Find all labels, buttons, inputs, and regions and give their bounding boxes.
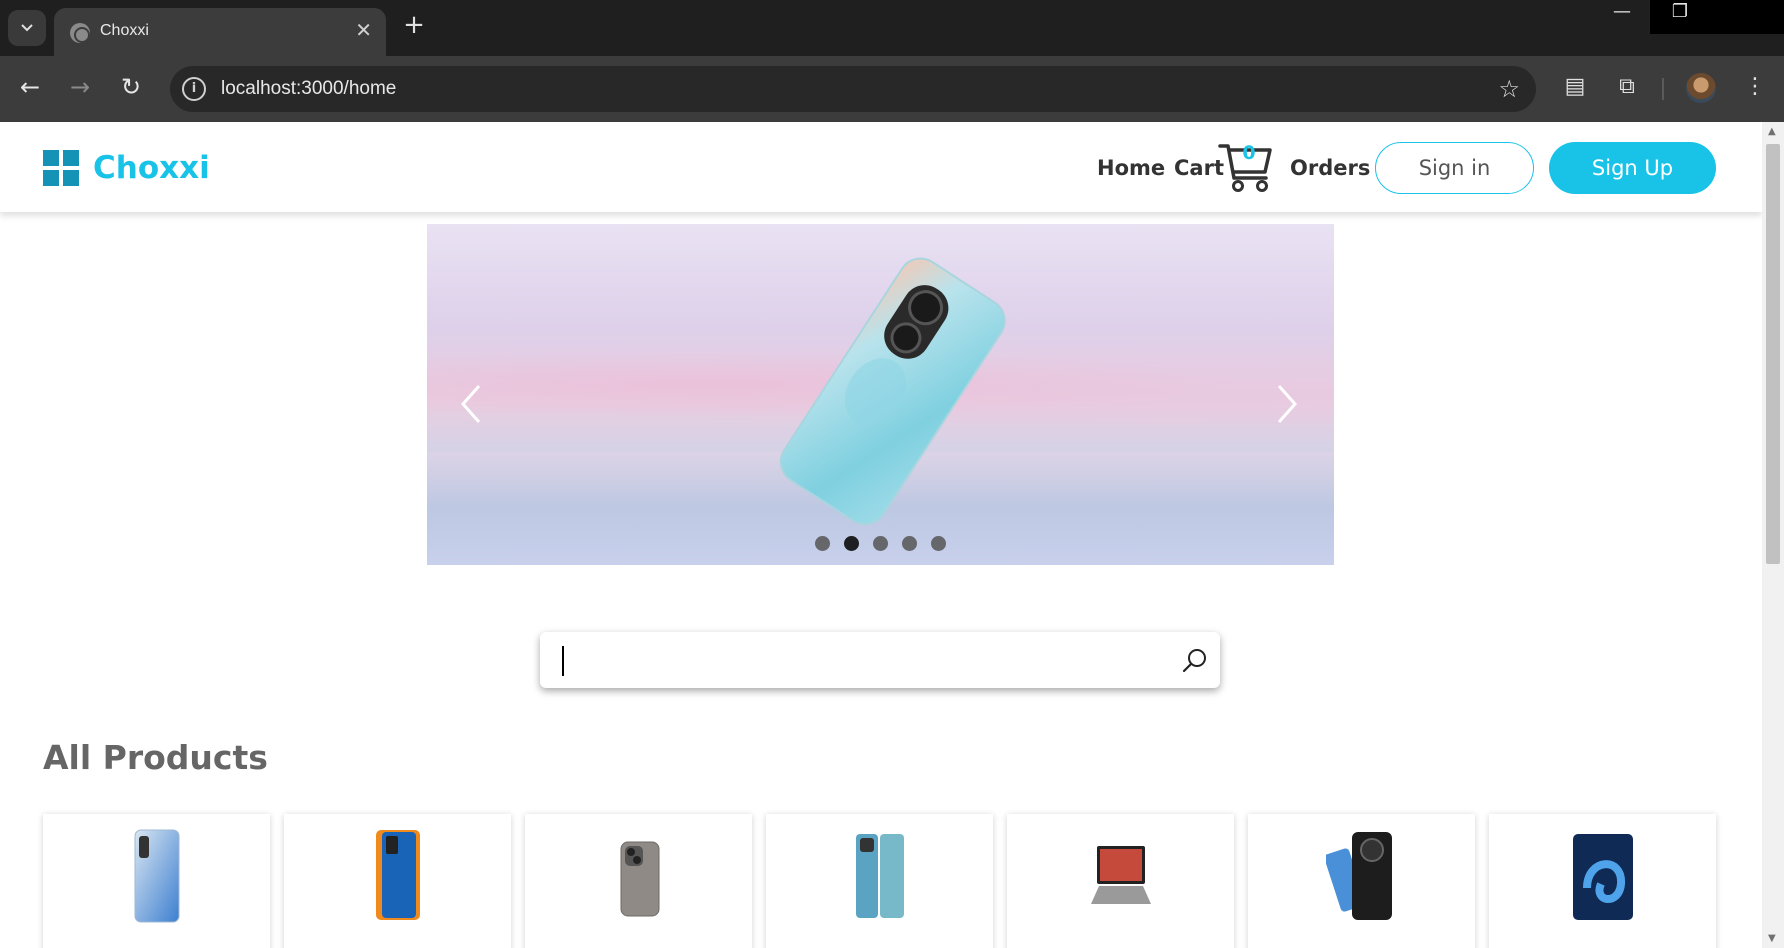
kebab-menu-icon[interactable]: ⋮ [1744,72,1766,104]
page-viewport: Choxxi Home Cart 0 Orders Sign in Sign U… [0,122,1762,948]
scroll-thumb[interactable] [1766,144,1780,564]
cart-count-badge: 0 [1242,142,1256,164]
window-close-button[interactable] [1710,0,1784,34]
sign-in-button[interactable]: Sign in [1375,142,1534,194]
profile-avatar[interactable] [1686,73,1716,103]
phone-teal-icon [856,834,904,918]
brand-name: Choxxi [93,150,210,186]
url-text[interactable]: localhost:3000/home [221,78,396,100]
product-card[interactable] [43,814,270,948]
tablet-blue-icon [1573,834,1633,920]
scroll-down-icon[interactable]: ▼ [1768,933,1776,944]
minimize-icon[interactable]: — [1592,0,1652,34]
restore-icon[interactable]: ❐ [1650,0,1710,34]
puzzle-icon[interactable]: ⧉ [1612,74,1642,104]
globe-icon [70,23,90,43]
phone-titanium-icon [620,841,660,917]
product-card[interactable] [1007,814,1234,948]
forward-arrow-icon[interactable]: → [64,72,96,104]
reload-icon[interactable]: ↻ [115,72,147,104]
tab-search-button[interactable] [8,10,46,46]
extension-sheet-icon[interactable]: ▤ [1560,74,1590,104]
brand-logo[interactable]: Choxxi [43,150,210,186]
carousel-dot-4[interactable] [902,536,917,551]
product-card[interactable] [284,814,511,948]
tab-title: Choxxi [100,22,149,39]
carousel-phone-image [779,257,1006,526]
section-title: All Products [43,738,268,777]
product-card[interactable] [1248,814,1475,948]
info-icon[interactable]: i [182,77,206,101]
hero-carousel[interactable] [427,224,1334,565]
text-caret [562,646,564,676]
browser-tab[interactable]: Choxxi ✕ [54,8,386,56]
close-icon[interactable]: ✕ [355,18,372,42]
new-tab-button[interactable]: + [400,10,428,42]
star-icon[interactable]: ☆ [1498,75,1520,103]
product-card[interactable] [525,814,752,948]
search-bar [540,632,1220,688]
browser-toolbar: ← → ↻ i localhost:3000/home ☆ ▤ ⧉ ⋮ [0,56,1784,122]
sign-up-button[interactable]: Sign Up [1549,142,1716,194]
carousel-next-icon[interactable] [1275,384,1299,424]
site-header: Choxxi Home Cart 0 Orders Sign in Sign U… [0,122,1762,212]
back-arrow-icon[interactable]: ← [14,72,46,104]
search-input[interactable] [560,642,1140,678]
carousel-indicators [815,536,960,551]
product-card[interactable] [1489,814,1716,948]
laptop-icon [1091,846,1151,904]
phone-blue-gradient-icon [134,829,180,923]
carousel-dot-1[interactable] [815,536,830,551]
product-grid [43,814,1730,948]
chevron-down-icon [21,24,33,32]
toolbar-divider [1662,78,1664,100]
carousel-dot-5[interactable] [931,536,946,551]
search-icon[interactable] [1182,648,1208,674]
carousel-dot-3[interactable] [873,536,888,551]
phone-black-round-camera-icon [1326,832,1392,920]
page-scrollbar[interactable]: ▲ ▼ [1762,122,1784,948]
address-bar[interactable]: i localhost:3000/home ☆ [170,66,1536,112]
nav-home-link[interactable]: Home [1097,156,1165,180]
nav-orders-link[interactable]: Orders [1290,156,1370,180]
nav-cart-link[interactable]: Cart [1174,156,1224,180]
browser-titlebar: Choxxi ✕ + — ❐ [0,0,1784,56]
carousel-dot-2[interactable] [844,536,859,551]
product-card[interactable] [766,814,993,948]
scroll-up-icon[interactable]: ▲ [1768,126,1776,137]
phone-orange-blue-icon [376,830,420,920]
grid-logo-icon [43,150,79,186]
carousel-prev-icon[interactable] [459,384,483,424]
